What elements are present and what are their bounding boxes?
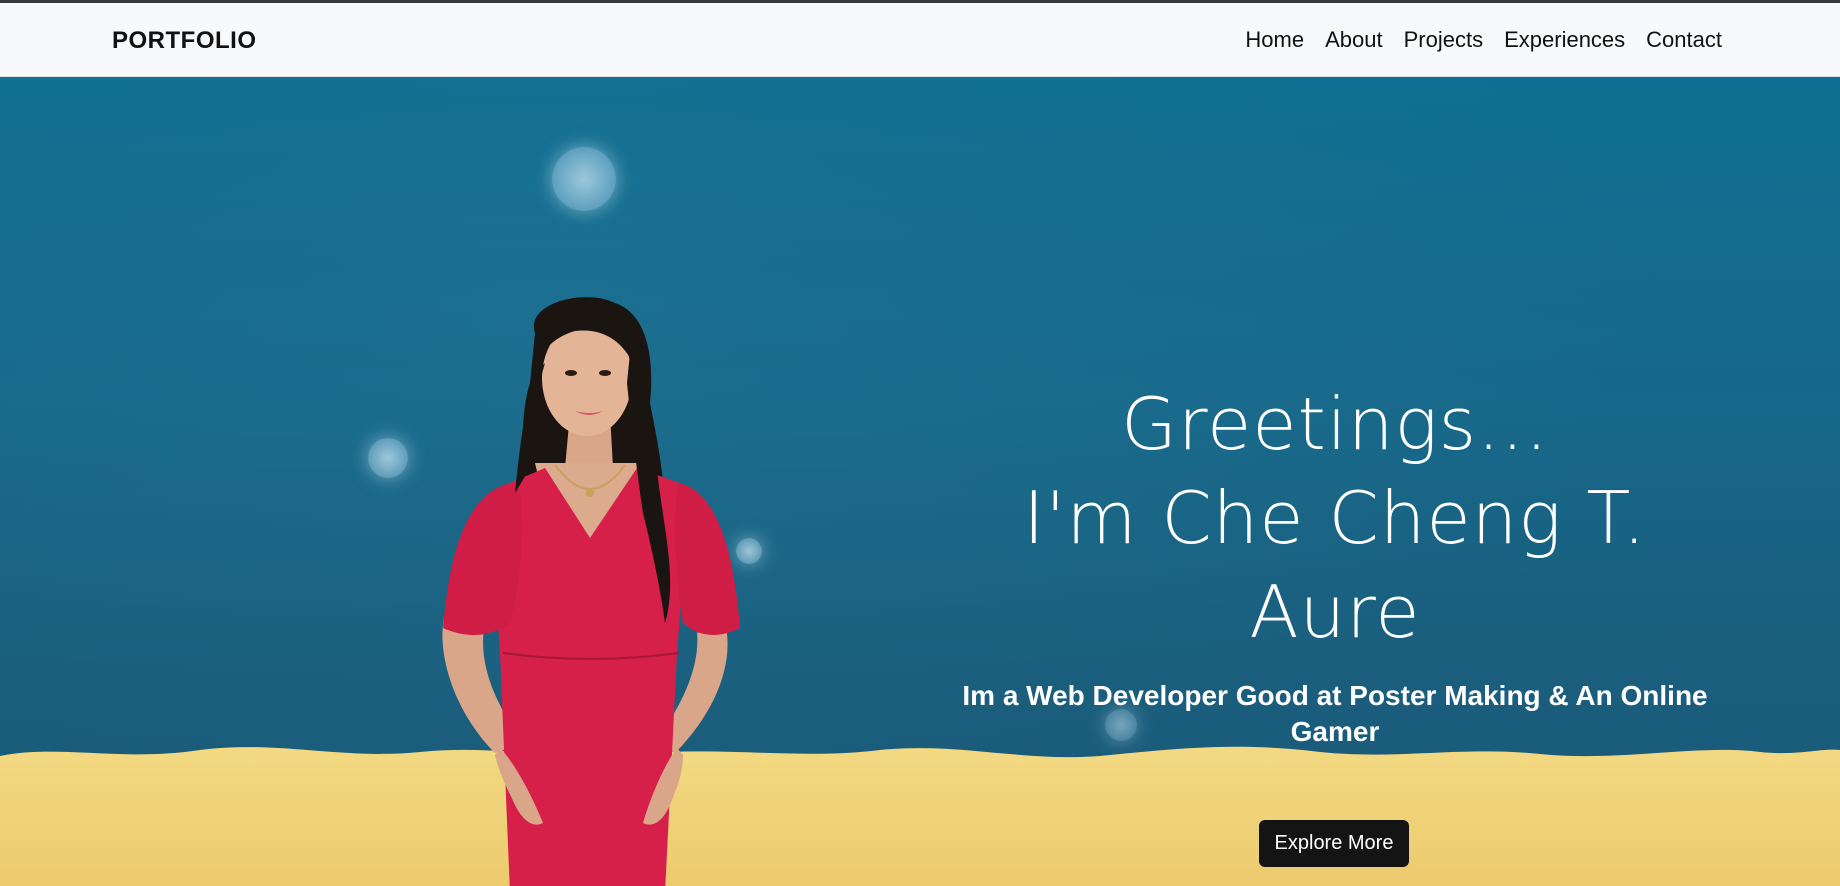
nav-link-contact[interactable]: Contact xyxy=(1646,27,1722,53)
nav-links: Home About Projects Experiences Contact xyxy=(1245,27,1722,53)
greeting-line: Greetings... xyxy=(1121,382,1549,466)
bubble-decoration xyxy=(552,147,616,211)
nav-link-projects[interactable]: Projects xyxy=(1404,27,1483,53)
hero-tagline: Im a Web Developer Good at Poster Making… xyxy=(962,680,1708,747)
hero-section: Greetings... I'm Che Cheng T. Aure Im a … xyxy=(0,77,1840,886)
brand-logo[interactable]: PORTFOLIO xyxy=(112,27,257,55)
profile-portrait xyxy=(442,297,740,886)
nav-link-about[interactable]: About xyxy=(1325,27,1383,53)
hero-heading: Greetings... I'm Che Cheng T. Aure xyxy=(940,377,1730,659)
nav-link-experiences[interactable]: Experiences xyxy=(1504,27,1625,53)
sand-ground xyxy=(0,746,1840,886)
top-navbar: PORTFOLIO Home About Projects Experience… xyxy=(0,3,1840,77)
bubble-decoration xyxy=(368,438,408,478)
name-line: I'm Che Cheng T. Aure xyxy=(1023,476,1647,654)
explore-more-button[interactable]: Explore More xyxy=(1259,820,1409,867)
nav-link-home[interactable]: Home xyxy=(1245,27,1304,53)
